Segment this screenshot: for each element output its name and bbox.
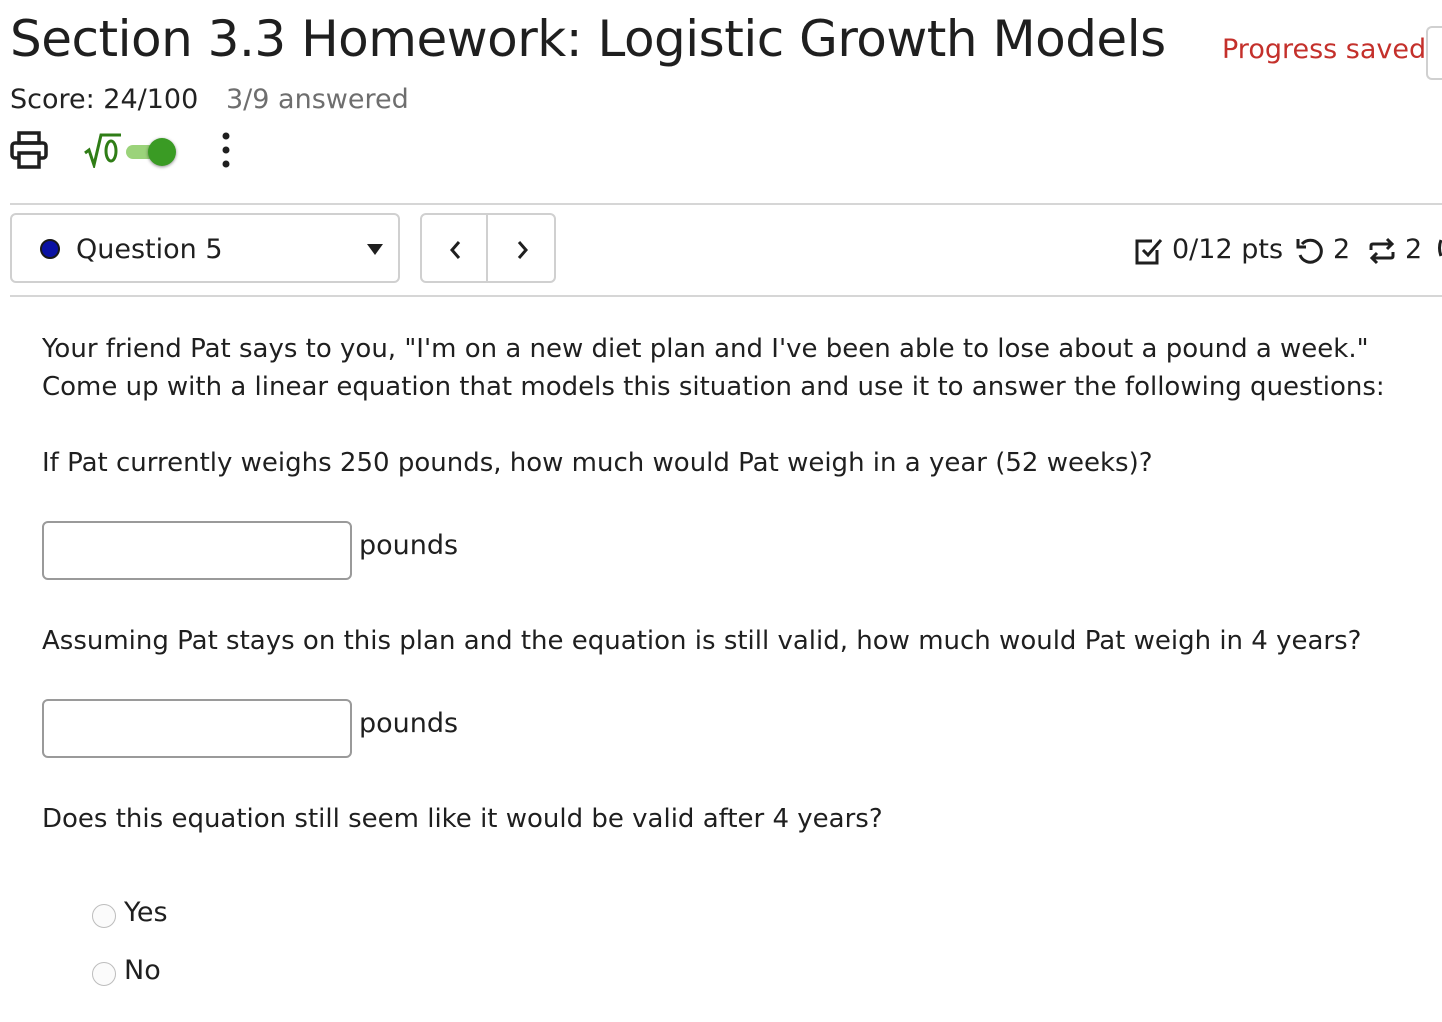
question-status-dot <box>40 239 60 259</box>
question-select-label: Question 5 <box>76 234 223 265</box>
radio-label: No <box>124 955 161 986</box>
regenerate-count: 2 <box>1405 234 1423 265</box>
question-part-2: Assuming Pat stays on this plan and the … <box>42 626 1362 656</box>
answered-count: 3/9 answered <box>226 84 409 115</box>
vertical-dots-icon[interactable] <box>214 130 238 170</box>
radio-button[interactable] <box>92 904 116 928</box>
radio-button[interactable] <box>92 962 116 986</box>
toggle-knob <box>148 138 176 166</box>
question-part-3: Does this equation still seem like it wo… <box>42 804 883 834</box>
question-select[interactable]: Question 5 <box>10 213 400 283</box>
undo-icon <box>1296 238 1323 264</box>
retry-count: 2 <box>1333 234 1351 265</box>
caret-down-icon <box>367 244 383 255</box>
points-text: 0/12 pts <box>1172 234 1284 265</box>
unit-label-2: pounds <box>359 708 459 739</box>
regenerate-icon <box>1369 237 1395 265</box>
divider <box>10 295 1442 297</box>
answer-input-1[interactable] <box>42 521 352 580</box>
checkbox-icon <box>1135 239 1163 265</box>
progress-status: Progress saved <box>1222 34 1427 65</box>
math-entry-toggle[interactable] <box>84 128 190 174</box>
save-button-partial[interactable] <box>1426 26 1442 80</box>
question-intro: Your friend Pat says to you, "I'm on a n… <box>42 334 1385 402</box>
divider <box>10 203 1442 205</box>
printer-icon[interactable] <box>10 130 48 170</box>
unit-label-1: pounds <box>359 530 459 561</box>
partial-icon <box>1438 239 1442 257</box>
score-text: Score: 24/100 <box>10 84 199 115</box>
chevron-right-icon <box>517 241 528 259</box>
radio-label: Yes <box>124 897 168 928</box>
answer-input-2[interactable] <box>42 699 352 758</box>
next-question-button[interactable] <box>486 213 556 283</box>
chevron-left-icon <box>450 241 461 259</box>
sqrt-icon <box>84 133 121 168</box>
question-part-1: If Pat currently weighs 250 pounds, how … <box>42 448 1153 478</box>
previous-question-button[interactable] <box>420 213 488 283</box>
page-title: Section 3.3 Homework: Logistic Growth Mo… <box>10 10 1166 68</box>
